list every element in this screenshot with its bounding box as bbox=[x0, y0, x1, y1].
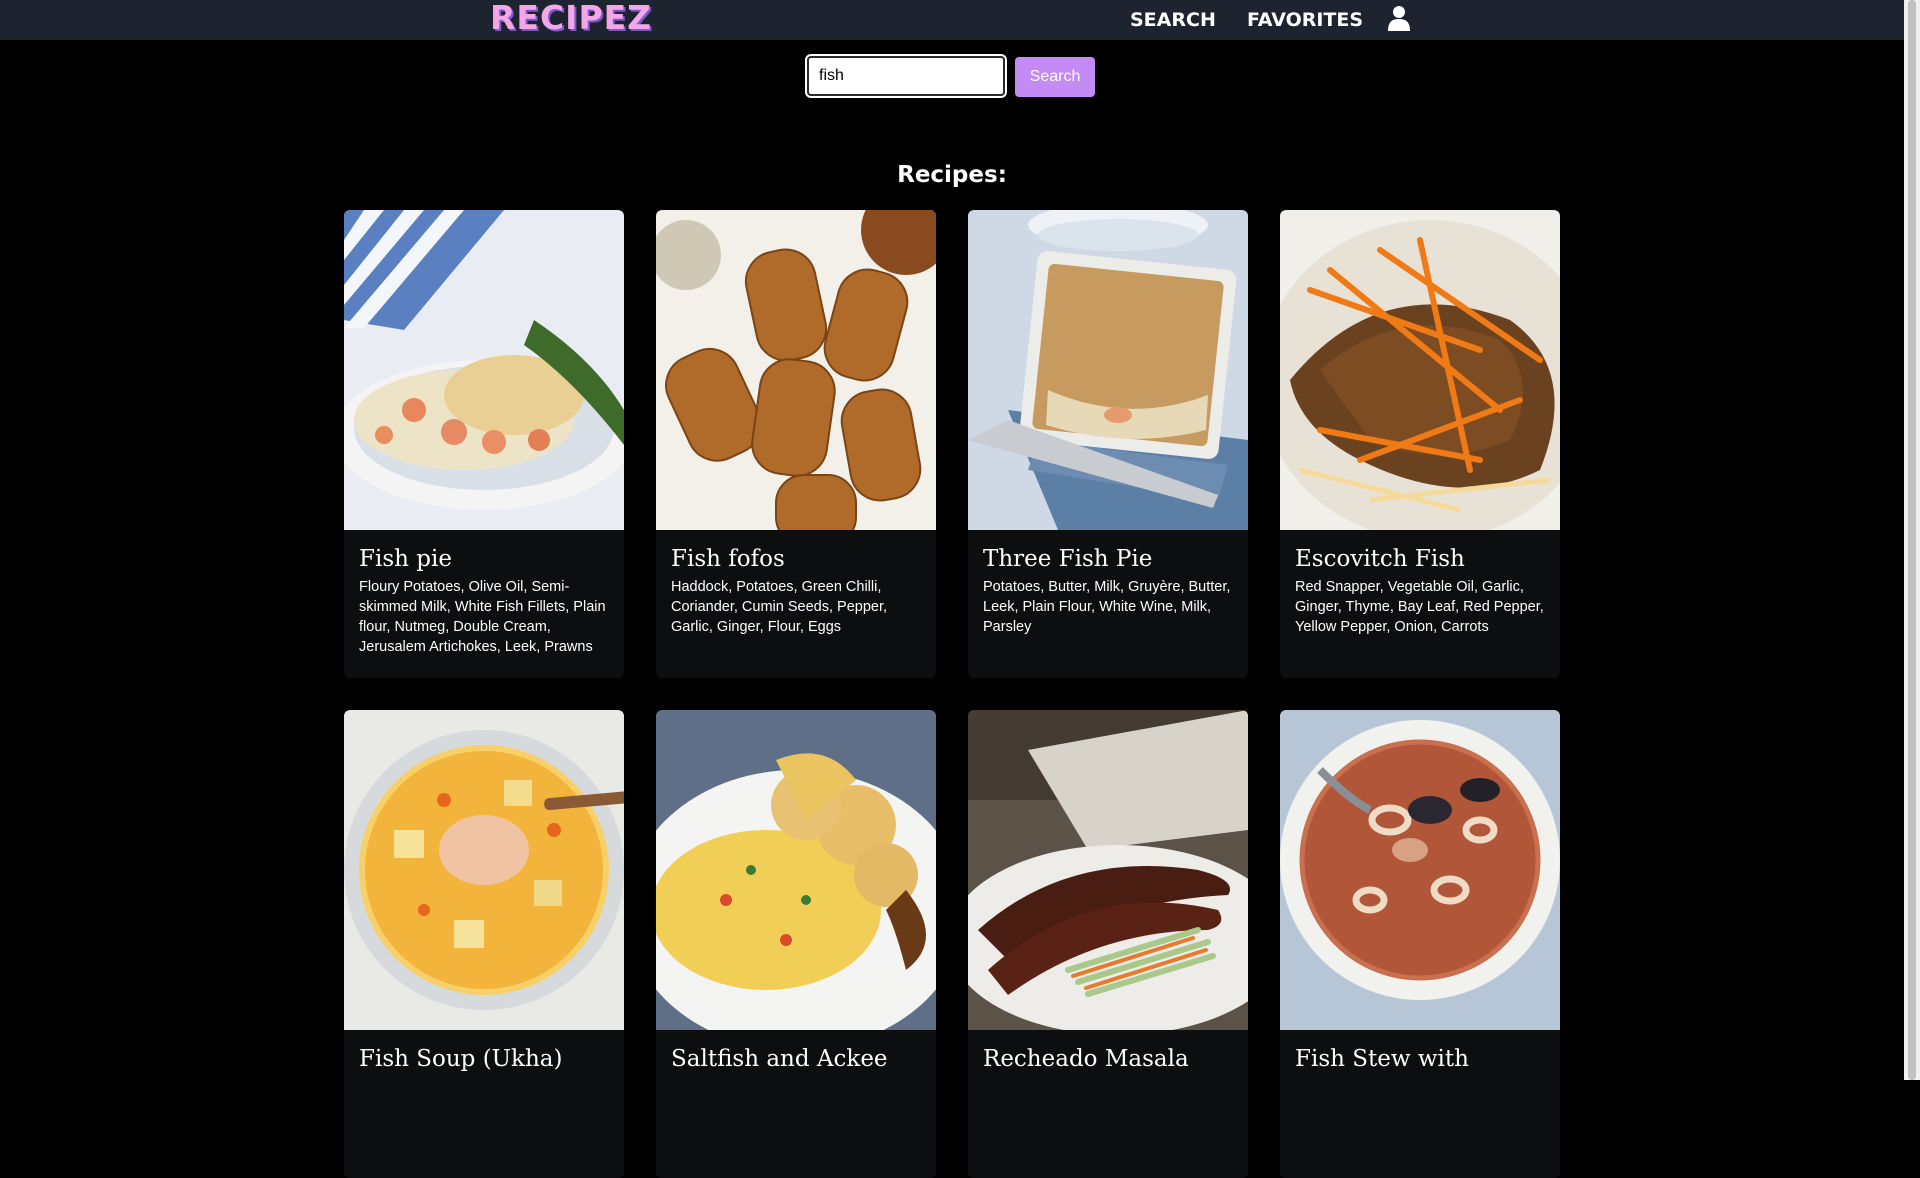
recipe-card[interactable]: Saltfish and Ackee bbox=[656, 710, 936, 1178]
recipe-image bbox=[1280, 210, 1560, 530]
recipe-image bbox=[344, 210, 624, 530]
recipe-title: Three Fish Pie bbox=[983, 546, 1153, 572]
recipe-title: Fish fofos bbox=[671, 546, 785, 572]
navbar: RECIPEZ SEARCH FAVORITES bbox=[0, 0, 1904, 40]
recipe-card[interactable]: Recheado Masala bbox=[968, 710, 1248, 1178]
recipe-image bbox=[344, 710, 624, 1030]
recipe-title: Saltfish and Ackee bbox=[671, 1046, 888, 1072]
recipe-card[interactable]: Fish pie Floury Potatoes, Olive Oil, Sem… bbox=[344, 210, 624, 678]
recipe-image bbox=[656, 710, 936, 1030]
recipe-image bbox=[968, 710, 1248, 1030]
recipe-grid: Fish pie Floury Potatoes, Olive Oil, Sem… bbox=[344, 210, 1560, 1178]
recipe-card[interactable]: Fish Soup (Ukha) bbox=[344, 710, 624, 1178]
search-input[interactable] bbox=[805, 54, 1007, 98]
scrollbar-thumb[interactable] bbox=[1908, 0, 1916, 1080]
recipe-image bbox=[968, 210, 1248, 530]
user-icon[interactable] bbox=[1387, 5, 1411, 31]
recipe-ingredients: Floury Potatoes, Olive Oil, Semi-skimmed… bbox=[359, 579, 606, 655]
recipe-image bbox=[656, 210, 936, 530]
nav-favorites-link[interactable]: FAVORITES bbox=[1247, 9, 1363, 31]
nav-search-link[interactable]: SEARCH bbox=[1130, 9, 1216, 31]
recipe-card[interactable]: Three Fish Pie Potatoes, Butter, Milk, G… bbox=[968, 210, 1248, 678]
recipe-ingredients: Potatoes, Butter, Milk, Gruyère, Butter,… bbox=[983, 579, 1231, 635]
logo[interactable]: RECIPEZ bbox=[490, 0, 652, 37]
recipe-title: Fish Soup (Ukha) bbox=[359, 1046, 563, 1072]
recipe-title: Fish pie bbox=[359, 546, 452, 572]
recipe-ingredients: Haddock, Potatoes, Green Chilli, Coriand… bbox=[671, 579, 888, 635]
recipe-card[interactable]: Fish Stew with bbox=[1280, 710, 1560, 1178]
recipe-image bbox=[1280, 710, 1560, 1030]
recipe-title: Escovitch Fish bbox=[1295, 546, 1465, 572]
recipe-card[interactable]: Fish fofos Haddock, Potatoes, Green Chil… bbox=[656, 210, 936, 678]
section-title: Recipes: bbox=[897, 162, 1007, 188]
recipe-title: Fish Stew with bbox=[1295, 1046, 1469, 1072]
recipe-title: Recheado Masala bbox=[983, 1046, 1189, 1072]
recipe-card[interactable]: Escovitch Fish Red Snapper, Vegetable Oi… bbox=[1280, 210, 1560, 678]
recipe-ingredients: Red Snapper, Vegetable Oil, Garlic, Ging… bbox=[1295, 579, 1544, 635]
search-button[interactable]: Search bbox=[1015, 57, 1095, 97]
